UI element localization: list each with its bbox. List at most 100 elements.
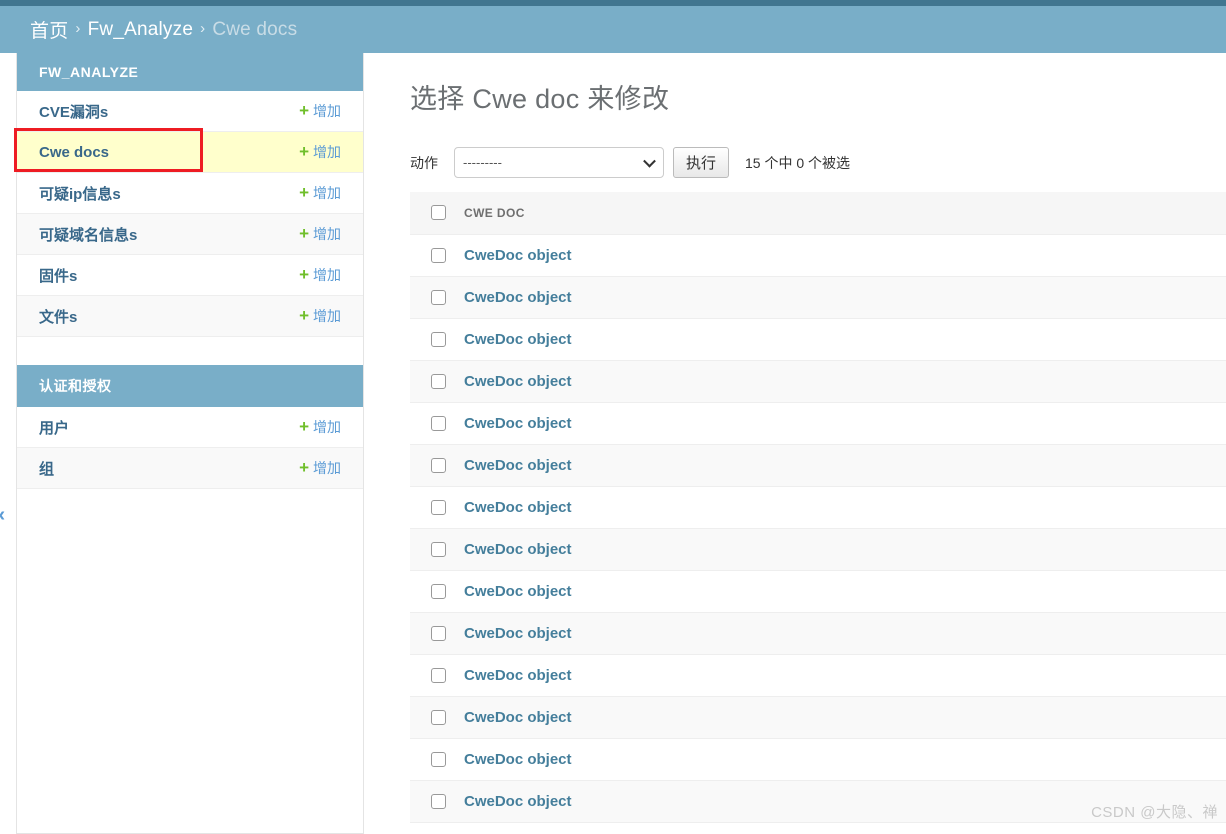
sidebar-add-label: 增加 xyxy=(313,460,341,476)
sidebar-add-link[interactable]: + 增加 xyxy=(299,417,341,437)
sidebar-item-label[interactable]: 可疑ip信息s xyxy=(39,183,121,204)
row-object-link[interactable]: CweDoc object xyxy=(464,583,572,600)
row-object-link[interactable]: CweDoc object xyxy=(464,793,572,810)
sidebar-item-label[interactable]: CVE漏洞s xyxy=(39,101,108,122)
row-checkbox-cell[interactable] xyxy=(410,654,464,697)
row-checkbox-cell[interactable] xyxy=(410,360,464,403)
row-checkbox-cell[interactable] xyxy=(410,612,464,655)
results-table: CWE DOC CweDoc object CweDoc object CweDoc… xyxy=(410,192,1226,823)
row-checkbox[interactable] xyxy=(431,374,446,390)
sidebar-item-suspicious-domain[interactable]: 可疑域名信息s + 增加 xyxy=(17,214,363,255)
sidebar-item-users[interactable]: 用户 + 增加 xyxy=(17,407,363,448)
sidebar-item-label[interactable]: Cwe docs xyxy=(39,144,109,161)
row-object-link[interactable]: CweDoc object xyxy=(464,289,572,306)
sidebar: FW_ANALYZE CVE漏洞s + 增加 Cwe docs + 增加 可疑i… xyxy=(16,53,364,834)
row-name-cell: CweDoc object xyxy=(464,738,1226,781)
plus-icon: + xyxy=(299,457,309,477)
row-checkbox[interactable] xyxy=(431,248,446,264)
main-content: 选择 Cwe doc 来修改 动作 --------- 执行 15 个中 0 个… xyxy=(410,53,1226,834)
row-object-link[interactable]: CweDoc object xyxy=(464,457,572,474)
table-row: CweDoc object xyxy=(410,612,1226,655)
sidebar-add-link[interactable]: + 增加 xyxy=(299,142,341,162)
row-checkbox-cell[interactable] xyxy=(410,570,464,613)
sidebar-add-link[interactable]: + 增加 xyxy=(299,224,341,244)
sidebar-item-suspicious-ip[interactable]: 可疑ip信息s + 增加 xyxy=(17,173,363,214)
row-object-link[interactable]: CweDoc object xyxy=(464,625,572,642)
row-checkbox-cell[interactable] xyxy=(410,696,464,739)
row-object-link[interactable]: CweDoc object xyxy=(464,373,572,390)
row-checkbox[interactable] xyxy=(431,458,446,474)
action-select-wrapper[interactable]: --------- xyxy=(454,147,664,178)
sidebar-item-label[interactable]: 用户 xyxy=(39,417,69,438)
plus-icon: + xyxy=(299,141,309,161)
breadcrumb-item-home[interactable]: 首页 xyxy=(30,16,68,43)
select-all-cell[interactable] xyxy=(410,192,464,235)
sidebar-add-link[interactable]: + 增加 xyxy=(299,183,341,203)
sidebar-item-label[interactable]: 组 xyxy=(39,458,54,479)
column-header-cwe-doc[interactable]: CWE DOC xyxy=(464,192,1226,235)
row-object-link[interactable]: CweDoc object xyxy=(464,331,572,348)
row-checkbox-cell[interactable] xyxy=(410,444,464,487)
table-row: CweDoc object xyxy=(410,696,1226,739)
row-name-cell: CweDoc object xyxy=(464,696,1226,739)
row-checkbox[interactable] xyxy=(431,290,446,306)
row-checkbox[interactable] xyxy=(431,752,446,768)
sidebar-item-files[interactable]: 文件s + 增加 xyxy=(17,296,363,337)
sidebar-item-cwe-docs[interactable]: Cwe docs + 增加 xyxy=(17,132,363,173)
row-checkbox[interactable] xyxy=(431,584,446,600)
row-name-cell: CweDoc object xyxy=(464,654,1226,697)
sidebar-item-label[interactable]: 固件s xyxy=(39,265,77,286)
sidebar-item-firmware[interactable]: 固件s + 增加 xyxy=(17,255,363,296)
sidebar-add-link[interactable]: + 增加 xyxy=(299,306,341,326)
row-checkbox-cell[interactable] xyxy=(410,318,464,361)
row-checkbox-cell[interactable] xyxy=(410,234,464,277)
row-checkbox-cell[interactable] xyxy=(410,486,464,529)
row-checkbox-cell[interactable] xyxy=(410,528,464,571)
table-row: CweDoc object xyxy=(410,486,1226,529)
action-select[interactable]: --------- xyxy=(454,147,664,178)
row-object-link[interactable]: CweDoc object xyxy=(464,415,572,432)
select-all-checkbox[interactable] xyxy=(431,205,446,221)
sidebar-add-link[interactable]: + 增加 xyxy=(299,265,341,285)
breadcrumb: 首页 › Fw_Analyze › Cwe docs xyxy=(0,6,1226,53)
sidebar-add-label: 增加 xyxy=(313,144,341,160)
sidebar-toggle-icon[interactable]: « xyxy=(0,505,5,525)
row-checkbox[interactable] xyxy=(431,500,446,516)
row-checkbox[interactable] xyxy=(431,416,446,432)
row-object-link[interactable]: CweDoc object xyxy=(464,499,572,516)
sidebar-add-link[interactable]: + 增加 xyxy=(299,458,341,478)
plus-icon: + xyxy=(299,223,309,243)
row-object-link[interactable]: CweDoc object xyxy=(464,751,572,768)
sidebar-item-cve[interactable]: CVE漏洞s + 增加 xyxy=(17,91,363,132)
row-checkbox-cell[interactable] xyxy=(410,276,464,319)
row-name-cell: CweDoc object xyxy=(464,276,1226,319)
sidebar-item-label[interactable]: 文件s xyxy=(39,306,77,327)
row-checkbox-cell[interactable] xyxy=(410,780,464,823)
row-object-link[interactable]: CweDoc object xyxy=(464,247,572,264)
table-row: CweDoc object xyxy=(410,654,1226,697)
row-object-link[interactable]: CweDoc object xyxy=(464,541,572,558)
table-row: CweDoc object xyxy=(410,738,1226,781)
row-checkbox[interactable] xyxy=(431,332,446,348)
row-object-link[interactable]: CweDoc object xyxy=(464,709,572,726)
sidebar-module-header-auth: 认证和授权 xyxy=(17,365,363,407)
row-checkbox[interactable] xyxy=(431,542,446,558)
results-table-head: CWE DOC xyxy=(410,192,1226,235)
sidebar-add-label: 增加 xyxy=(313,308,341,324)
row-checkbox[interactable] xyxy=(431,710,446,726)
go-button[interactable]: 执行 xyxy=(673,147,730,178)
sidebar-add-link[interactable]: + 增加 xyxy=(299,101,341,121)
breadcrumb-item-app[interactable]: Fw_Analyze xyxy=(88,19,194,41)
sidebar-item-groups[interactable]: 组 + 增加 xyxy=(17,448,363,489)
action-label: 动作 xyxy=(410,154,438,171)
row-checkbox[interactable] xyxy=(431,668,446,684)
row-checkbox-cell[interactable] xyxy=(410,738,464,781)
sidebar-item-label[interactable]: 可疑域名信息s xyxy=(39,224,137,245)
row-checkbox[interactable] xyxy=(431,794,446,810)
row-name-cell: CweDoc object xyxy=(464,360,1226,403)
plus-icon: + xyxy=(299,100,309,120)
row-checkbox[interactable] xyxy=(431,626,446,642)
row-checkbox-cell[interactable] xyxy=(410,402,464,445)
row-object-link[interactable]: CweDoc object xyxy=(464,667,572,684)
page-title: 选择 Cwe doc 来修改 xyxy=(410,84,670,114)
